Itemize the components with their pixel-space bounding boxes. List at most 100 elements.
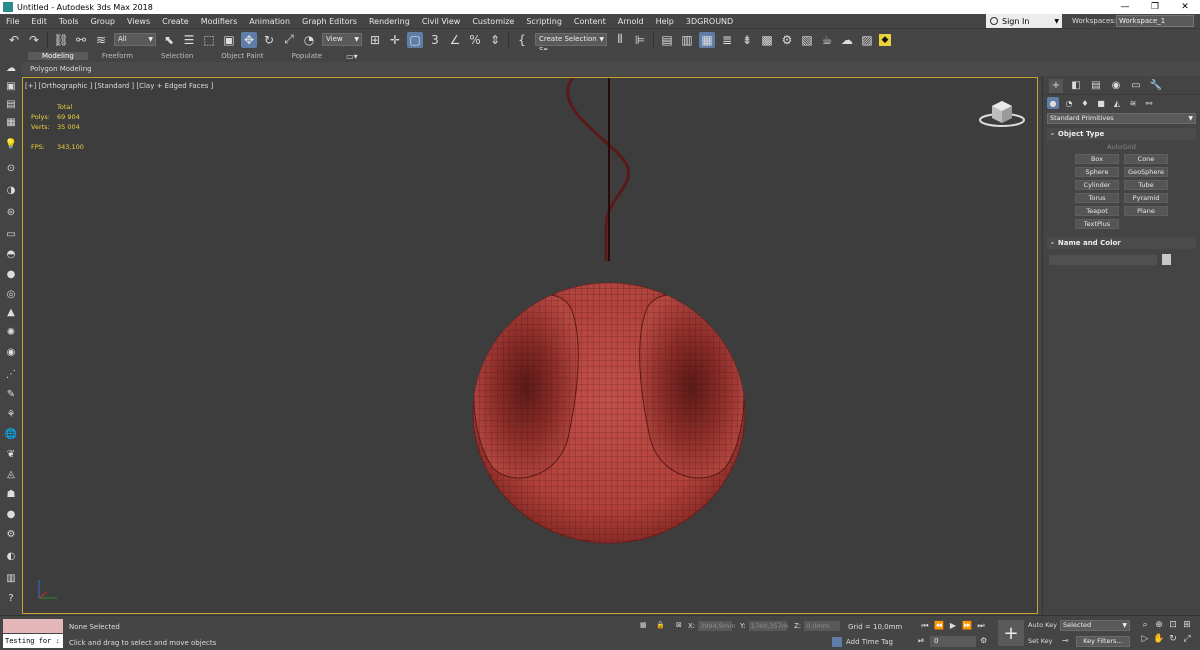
placement-icon[interactable]: ◔ bbox=[301, 32, 317, 48]
layer-icon[interactable]: ▤ bbox=[4, 98, 18, 111]
menu-civil-view[interactable]: Civil View bbox=[416, 17, 467, 26]
render-iterative-icon[interactable]: ☁ bbox=[839, 32, 855, 48]
layer-explorer-icon[interactable]: ▥ bbox=[679, 32, 695, 48]
torus-button[interactable]: Torus bbox=[1075, 193, 1119, 203]
isolate-icon[interactable]: ▦ bbox=[640, 621, 647, 629]
object-name-input[interactable] bbox=[1049, 254, 1157, 265]
render-cloud-icon[interactable]: ▨ bbox=[859, 32, 875, 48]
tab-modeling[interactable]: Modeling bbox=[28, 52, 88, 60]
select-rotate-icon[interactable]: ↻ bbox=[261, 32, 277, 48]
maxscript-listener-input[interactable]: Testing for : bbox=[3, 634, 63, 648]
primitive-type-dropdown[interactable]: Standard Primitives ▼ bbox=[1047, 113, 1196, 124]
maximize-viewport-icon[interactable]: ⤢ bbox=[1180, 634, 1194, 644]
key-mode-icon[interactable]: ⏯ bbox=[918, 636, 924, 646]
script-icon[interactable]: ⚙ bbox=[4, 528, 18, 541]
play-icon[interactable]: ▶ bbox=[946, 621, 960, 631]
y-coordinate-field[interactable]: 1760,357m bbox=[748, 621, 788, 631]
menu-modifiers[interactable]: Modifiers bbox=[195, 17, 244, 26]
arnold-icon[interactable]: ◐ bbox=[4, 550, 18, 563]
named-selection-dropdown[interactable]: Create Selection Se▼ bbox=[535, 33, 607, 54]
go-to-end-icon[interactable]: ⏭ bbox=[974, 621, 988, 631]
menu-customize[interactable]: Customize bbox=[466, 17, 520, 26]
menu-3dground[interactable]: 3DGROUND bbox=[680, 17, 739, 26]
orbit-icon[interactable]: ↻ bbox=[1166, 634, 1180, 644]
menu-edit[interactable]: Edit bbox=[25, 17, 53, 26]
lamp-model[interactable] bbox=[23, 78, 1038, 614]
snaps-toggle-icon[interactable]: 3 bbox=[427, 32, 443, 48]
keyboard-shortcut-override-icon[interactable]: ▢ bbox=[407, 31, 423, 48]
rendered-frame-icon[interactable]: ▧ bbox=[799, 32, 815, 48]
previous-frame-icon[interactable]: ⏪ bbox=[932, 621, 946, 631]
maxscript-listener-output[interactable] bbox=[3, 619, 63, 633]
spinner-snap-icon[interactable]: ⇕ bbox=[487, 32, 503, 48]
set-key-button[interactable]: Set Key bbox=[1028, 637, 1053, 645]
menu-rendering[interactable]: Rendering bbox=[363, 17, 416, 26]
link-icon[interactable]: ⛓ bbox=[53, 32, 69, 48]
select-scale-icon[interactable]: ⤢ bbox=[281, 32, 297, 48]
name-and-color-header[interactable]: - Name and Color bbox=[1047, 237, 1196, 249]
zoom-extents-icon[interactable]: ⊡ bbox=[1166, 620, 1180, 630]
autogrid-checkbox[interactable]: AutoGrid bbox=[1047, 143, 1196, 151]
tab-populate[interactable]: Populate bbox=[278, 52, 336, 60]
viewcube-icon[interactable] bbox=[978, 98, 1026, 128]
add-time-tag-button[interactable]: Add Time Tag bbox=[832, 637, 893, 647]
tab-object-paint[interactable]: Object Paint bbox=[207, 52, 277, 60]
lights-icon[interactable]: ♦ bbox=[1079, 97, 1091, 109]
auto-key-button[interactable]: Auto Key bbox=[1028, 621, 1057, 629]
object-color-swatch[interactable] bbox=[1162, 254, 1171, 265]
tube-button[interactable]: Tube bbox=[1124, 180, 1168, 190]
menu-animation[interactable]: Animation bbox=[243, 17, 296, 26]
cylinder-button[interactable]: Cylinder bbox=[1075, 180, 1119, 190]
torus-icon[interactable]: ◎ bbox=[4, 288, 18, 301]
workspace-select[interactable]: Workspace_1 bbox=[1116, 15, 1194, 27]
teapot-button[interactable]: Teapot bbox=[1075, 206, 1119, 216]
set-keys-button[interactable]: + bbox=[998, 620, 1024, 646]
menu-group[interactable]: Group bbox=[85, 17, 121, 26]
perspective-viewport[interactable]: [+] [Orthographic ] [Standard ] [Clay + … bbox=[22, 77, 1038, 614]
maximize-button[interactable]: ❐ bbox=[1140, 2, 1170, 12]
display-icon[interactable]: ▣ bbox=[4, 80, 18, 93]
render-production-icon[interactable]: ☕ bbox=[819, 32, 835, 48]
x-coordinate-field[interactable]: 3994,9mm bbox=[698, 621, 736, 631]
reference-coord-dropdown[interactable]: View ▼ bbox=[322, 33, 362, 46]
sphere-gold-icon[interactable]: ◉ bbox=[4, 346, 18, 359]
scene-explorer-side-icon[interactable]: ☁ bbox=[4, 62, 18, 75]
textplus-button[interactable]: TextPlus bbox=[1075, 219, 1119, 229]
align-icon[interactable]: ⊫ bbox=[632, 32, 648, 48]
a360-icon[interactable]: ◆ bbox=[879, 33, 891, 46]
go-to-start-icon[interactable]: ⏮ bbox=[918, 621, 932, 631]
light-icon[interactable]: 💡 bbox=[4, 138, 18, 151]
key-mode-toggle-icon[interactable]: ⊸ bbox=[1062, 636, 1069, 645]
menu-file[interactable]: File bbox=[0, 17, 25, 26]
camera-icon[interactable]: ⊙ bbox=[4, 162, 18, 175]
foliage-icon[interactable]: ❦ bbox=[4, 448, 18, 461]
ribbon-toggle-icon[interactable]: ▦ bbox=[699, 31, 715, 48]
minimize-button[interactable]: — bbox=[1110, 2, 1140, 12]
curve-editor-icon[interactable]: ≣ bbox=[719, 32, 735, 48]
rect-selection-icon[interactable]: ⬚ bbox=[201, 32, 217, 48]
render-setup-icon[interactable]: ⚙ bbox=[779, 32, 795, 48]
box-icon[interactable]: ▭ bbox=[4, 228, 18, 241]
select-by-name-icon[interactable]: ☰ bbox=[181, 32, 197, 48]
shapes-icon[interactable]: ◔ bbox=[1063, 97, 1075, 109]
sign-in-button[interactable]: Sign In ▼ bbox=[986, 14, 1062, 28]
systems-icon[interactable]: ⚯ bbox=[1143, 97, 1155, 109]
select-object-icon[interactable]: ⬉ bbox=[161, 32, 177, 48]
tab-freeform[interactable]: Freeform bbox=[88, 52, 147, 60]
hemisphere-icon[interactable]: ◓ bbox=[4, 248, 18, 261]
menu-content[interactable]: Content bbox=[568, 17, 612, 26]
pivot-center-icon[interactable]: ⊞ bbox=[367, 32, 383, 48]
menu-scripting[interactable]: Scripting bbox=[520, 17, 568, 26]
zoom-extents-all-icon[interactable]: ⊞ bbox=[1180, 620, 1194, 630]
redo-icon[interactable]: ↷ bbox=[26, 32, 42, 48]
ribbon-options-icon[interactable]: ▭▾ bbox=[346, 52, 358, 61]
scene-explorer-icon[interactable]: ▤ bbox=[659, 32, 675, 48]
object-type-header[interactable]: - Object Type bbox=[1047, 128, 1196, 140]
pan-icon[interactable]: ✋ bbox=[1152, 634, 1166, 644]
material-editor-icon[interactable]: ▩ bbox=[759, 32, 775, 48]
unlink-icon[interactable]: ⚯ bbox=[73, 32, 89, 48]
helper-icon[interactable]: ◑ bbox=[4, 184, 18, 197]
sphere-button[interactable]: Sphere bbox=[1075, 167, 1119, 177]
mass-fx-icon[interactable]: ● bbox=[4, 508, 18, 521]
motion-tab-icon[interactable]: ◉ bbox=[1109, 79, 1123, 93]
